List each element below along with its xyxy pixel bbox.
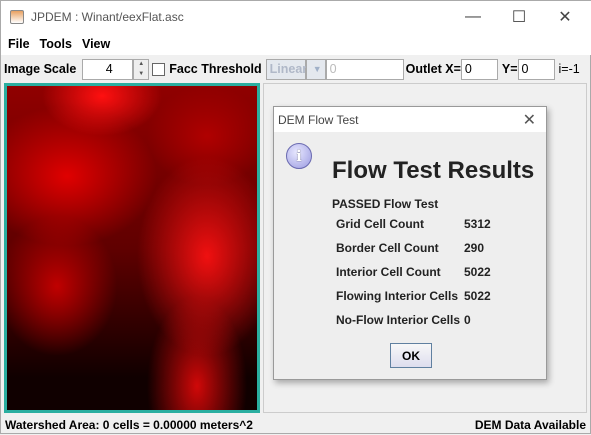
result-value: 5022 — [464, 289, 491, 303]
spin-up-icon[interactable]: ▲ — [138, 61, 144, 67]
result-label: Border Cell Count — [336, 241, 439, 255]
dialog-title-bar: DEM Flow Test ✕ — [274, 107, 546, 132]
ok-button[interactable]: OK — [390, 343, 432, 368]
outlet-y-input[interactable]: 0 — [517, 58, 555, 80]
outlet-x-label: Outlet X= — [405, 62, 461, 76]
chevron-down-icon[interactable]: ▼ — [305, 58, 326, 80]
outlet-y-label: Y= — [501, 62, 518, 76]
result-label: Interior Cell Count — [336, 265, 441, 279]
result-label: Flowing Interior Cells — [336, 289, 459, 303]
result-value: 0 — [464, 313, 471, 327]
i-value: -1 — [568, 62, 580, 76]
dem-image[interactable] — [4, 83, 260, 413]
dem-status: DEM Data Available — [474, 418, 586, 432]
spin-down-icon[interactable]: ▼ — [138, 71, 144, 77]
window-title: JPDEM : Winant/eexFlat.asc — [31, 10, 184, 24]
flow-test-dialog: DEM Flow Test ✕ i Flow Test Results PASS… — [273, 106, 547, 380]
result-label: No-Flow Interior Cells — [336, 313, 461, 327]
minimize-button[interactable]: — — [450, 1, 496, 33]
facc-threshold-checkbox[interactable] — [152, 62, 166, 76]
close-button[interactable]: ✕ — [542, 1, 588, 33]
result-label: Grid Cell Count — [336, 217, 424, 231]
result-row: Border Cell Count 290 — [336, 241, 484, 255]
menu-view[interactable]: View — [82, 37, 110, 51]
menu-file[interactable]: File — [8, 37, 30, 51]
java-app-icon — [10, 10, 24, 24]
image-scale-input[interactable]: 4 — [82, 58, 134, 80]
threshold-input[interactable]: 0 — [325, 58, 404, 80]
title-bar: JPDEM : Winant/eexFlat.asc — ☐ ✕ — [1, 1, 591, 33]
menu-tools[interactable]: Tools — [40, 37, 72, 51]
dialog-heading: Flow Test Results — [332, 157, 535, 184]
result-row: Flowing Interior Cells 5022 — [336, 289, 491, 303]
result-value: 290 — [464, 241, 485, 255]
passed-text: PASSED Flow Test — [332, 197, 439, 211]
maximize-button[interactable]: ☐ — [496, 1, 542, 33]
result-value: 5022 — [464, 265, 491, 279]
outlet-x-input[interactable]: 0 — [460, 58, 498, 80]
result-row: No-Flow Interior Cells 0 — [336, 313, 471, 327]
result-value: 5312 — [464, 217, 491, 231]
result-row: Interior Cell Count 5022 — [336, 265, 491, 279]
result-row: Grid Cell Count 5312 — [336, 217, 491, 231]
info-icon: i — [286, 143, 312, 169]
status-bar: Watershed Area: 0 cells = 0.00000 meters… — [1, 415, 591, 435]
scale-type-select[interactable]: Linear — [265, 58, 307, 80]
watershed-area-status: Watershed Area: 0 cells = 0.00000 meters… — [5, 418, 253, 432]
menu-bar: File Tools View — [1, 33, 591, 55]
toolbar: Image Scale 4 ▲ ▼ Facc Threshold Linear ▼… — [1, 56, 591, 82]
dialog-title: DEM Flow Test — [278, 112, 359, 127]
i-label: i= — [558, 62, 569, 76]
image-scale-label: Image Scale — [4, 62, 77, 76]
facc-threshold-label: Facc Threshold — [169, 62, 262, 76]
dialog-close-icon[interactable]: ✕ — [523, 110, 536, 130]
image-scale-spinner[interactable]: ▲ ▼ — [133, 58, 150, 80]
